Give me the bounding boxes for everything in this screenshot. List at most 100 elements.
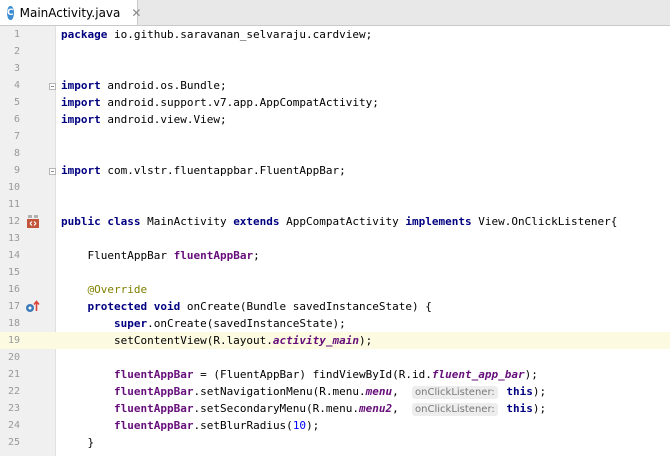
code-token: ; xyxy=(253,249,260,262)
line-number: 22 xyxy=(7,386,20,397)
code-token: this xyxy=(506,385,533,398)
code-token: fluentAppBar xyxy=(113,402,194,415)
code-line[interactable]: 17 protected void onCreate(Bundle savedI… xyxy=(0,298,670,315)
code-line[interactable]: 10 xyxy=(0,179,670,196)
code-token: setContentView(R.layout. xyxy=(61,334,273,347)
code-line[interactable]: 2 xyxy=(0,43,670,60)
code-token: android.support.v7.app.AppCompatActivity… xyxy=(107,96,379,109)
code-line[interactable]: 23 fluentAppBar.setSecondaryMenu(R.menu.… xyxy=(0,400,670,417)
line-code: @Override xyxy=(61,281,148,298)
code-token: 10 xyxy=(292,419,307,432)
code-token: menu2 xyxy=(359,402,393,415)
code-token: package xyxy=(61,28,114,41)
code-token: fluentAppBar xyxy=(113,385,194,398)
code-token: io.github.saravanan_selvaraju.cardview; xyxy=(113,28,373,41)
line-number: 20 xyxy=(7,352,20,363)
code-line[interactable]: 11 xyxy=(0,196,670,213)
line-number: 19 xyxy=(7,335,20,346)
code-token: fluentAppBar xyxy=(113,419,194,432)
code-line[interactable]: 7 xyxy=(0,128,670,145)
code-token: AppCompatActivity xyxy=(286,215,406,228)
code-token: ); xyxy=(359,334,373,347)
code-line[interactable]: 24 fluentAppBar.setBlurRadius(10); xyxy=(0,417,670,434)
line-code: import com.vlstr.fluentappbar.FluentAppB… xyxy=(61,162,346,179)
fold-marker[interactable] xyxy=(49,168,56,175)
parameter-hint: onClickListener: xyxy=(412,386,498,399)
code-token: menu xyxy=(365,385,393,398)
code-line[interactable]: 4 import android.os.Bundle; xyxy=(0,77,670,94)
line-code: FluentAppBar fluentAppBar; xyxy=(61,247,260,264)
line-number: 16 xyxy=(7,284,20,295)
code-line[interactable]: 25 } xyxy=(0,434,670,451)
code-line[interactable]: 9 import com.vlstr.fluentappbar.FluentApp… xyxy=(0,162,670,179)
code-token: android.os.Bundle; xyxy=(107,79,227,92)
code-line[interactable]: 18 super.onCreate(savedInstanceState); xyxy=(0,315,670,332)
code-token: .onCreate(savedInstanceState); xyxy=(147,317,346,330)
code-token: ); xyxy=(532,385,547,398)
code-token: fluentAppBar xyxy=(113,368,194,381)
code-line[interactable]: 8 xyxy=(0,145,670,162)
line-code: public class MainActivity extends AppCom… xyxy=(61,213,617,230)
line-number: 10 xyxy=(7,182,20,193)
code-line[interactable]: 15 xyxy=(0,264,670,281)
line-number: 14 xyxy=(7,250,20,261)
code-line[interactable]: 20 xyxy=(0,349,670,366)
code-token: fluentAppBar xyxy=(173,249,254,262)
line-code: } xyxy=(61,434,94,451)
close-icon[interactable]: ✕ xyxy=(131,6,141,20)
line-code: fluentAppBar = (FluentAppBar) findViewBy… xyxy=(61,366,538,383)
code-line[interactable]: 16 @Override xyxy=(0,281,670,298)
code-token: import xyxy=(61,96,108,109)
code-token: extends xyxy=(233,215,287,228)
line-number: 3 xyxy=(13,63,20,74)
code-token: com.vlstr.fluentappbar.FluentAppBar; xyxy=(107,164,346,177)
code-token: import xyxy=(61,164,108,177)
line-number: 9 xyxy=(13,165,20,176)
class-hierarchy-icon[interactable] xyxy=(26,215,40,229)
code-line[interactable]: 6 import android.view.View; xyxy=(0,111,670,128)
code-token: .setBlurRadius( xyxy=(193,419,293,432)
tab-main-activity[interactable]: C MainActivity.java ✕ xyxy=(0,0,141,25)
code-line[interactable]: 14 FluentAppBar fluentAppBar; xyxy=(0,247,670,264)
line-code: protected void onCreate(Bundle savedInst… xyxy=(61,298,432,315)
code-line[interactable]: 13 xyxy=(0,230,670,247)
line-code: super.onCreate(savedInstanceState); xyxy=(61,315,346,332)
code-line[interactable]: 12 public class MainActivity extends AppC… xyxy=(0,213,670,230)
override-method-icon[interactable] xyxy=(25,300,41,314)
code-token: activity_main xyxy=(272,334,360,347)
code-token: MainActivity xyxy=(147,215,234,228)
line-code: package io.github.saravanan_selvaraju.ca… xyxy=(61,26,372,43)
line-number: 5 xyxy=(13,97,20,108)
code-token: implements xyxy=(405,215,479,228)
line-number: 2 xyxy=(13,46,20,57)
line-code: import android.os.Bundle; xyxy=(61,77,227,94)
code-token: @Override xyxy=(87,283,148,296)
code-token: import xyxy=(61,79,108,92)
code-token: , xyxy=(392,385,413,398)
code-token: android.view.View; xyxy=(107,113,227,126)
code-line[interactable]: 22 fluentAppBar.setNavigationMenu(R.menu… xyxy=(0,383,670,400)
code-token: View.OnClickListener{ xyxy=(478,215,618,228)
code-token: ); xyxy=(524,368,538,381)
line-number: 6 xyxy=(13,114,20,125)
line-code: setContentView(R.layout.activity_main); xyxy=(61,332,372,349)
code-token: = (FluentAppBar) findViewById(R.id. xyxy=(193,368,432,381)
code-token: import xyxy=(61,113,108,126)
line-code: fluentAppBar.setNavigationMenu(R.menu.me… xyxy=(61,383,546,400)
code-line[interactable]: 19 setContentView(R.layout.activity_main… xyxy=(0,332,670,349)
line-number: 13 xyxy=(7,233,20,244)
code-line[interactable]: 3 xyxy=(0,60,670,77)
line-number: 8 xyxy=(13,148,20,159)
code-line[interactable]: 21 fluentAppBar = (FluentAppBar) findVie… xyxy=(0,366,670,383)
code-token: ); xyxy=(532,402,547,415)
code-line[interactable]: 1 package io.github.saravanan_selvaraju.c… xyxy=(0,26,670,43)
code-line[interactable]: 5 import android.support.v7.app.AppCompat… xyxy=(0,94,670,111)
code-editor[interactable]: 1 package io.github.saravanan_selvaraju.c… xyxy=(0,26,670,456)
fold-marker[interactable] xyxy=(49,83,56,90)
line-number: 1 xyxy=(13,29,20,40)
